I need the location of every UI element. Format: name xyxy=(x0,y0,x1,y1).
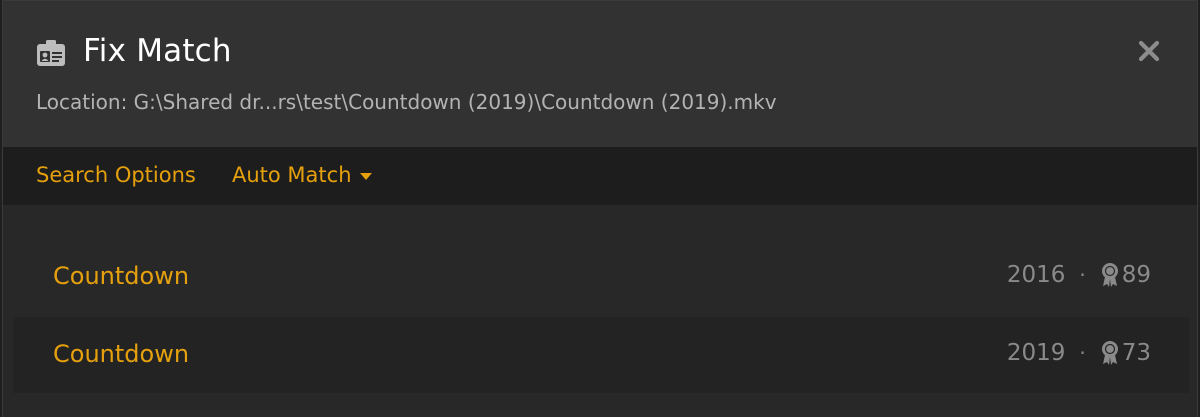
result-score: 89 xyxy=(1121,262,1151,288)
id-card-icon xyxy=(35,39,67,69)
caret-down-icon xyxy=(359,172,372,180)
result-meta: 2019 · 73 xyxy=(1007,340,1151,366)
result-score: 73 xyxy=(1121,340,1151,366)
fix-match-dialog: Fix Match Location: G:\Shared dr...rs\te… xyxy=(2,0,1198,417)
match-result-row[interactable]: Countdown 2019 · 73 xyxy=(13,317,1189,393)
search-options-button[interactable]: Search Options xyxy=(36,163,196,187)
close-button[interactable] xyxy=(1133,37,1165,69)
close-icon xyxy=(1138,40,1160,66)
match-results-list: Countdown 2016 · 89 Countdown 2019 · 73 xyxy=(3,205,1197,417)
result-year: 2019 xyxy=(1006,340,1066,366)
match-result-row[interactable]: Countdown 2016 · 89 xyxy=(13,239,1189,315)
meta-separator: · xyxy=(1079,341,1086,365)
result-title: Countdown xyxy=(53,262,190,290)
dialog-title: Fix Match xyxy=(83,33,232,69)
meta-separator: · xyxy=(1079,263,1086,287)
result-year: 2016 xyxy=(1006,262,1066,288)
match-toolbar: Search Options Auto Match xyxy=(3,147,1197,205)
file-location: Location: G:\Shared dr...rs\test\Countdo… xyxy=(36,90,777,114)
auto-match-dropdown[interactable]: Auto Match xyxy=(232,163,372,187)
dialog-header: Fix Match Location: G:\Shared dr...rs\te… xyxy=(3,1,1197,147)
award-icon xyxy=(1100,340,1120,366)
result-title: Countdown xyxy=(53,340,190,368)
auto-match-label: Auto Match xyxy=(232,163,352,187)
award-icon xyxy=(1100,262,1120,288)
result-meta: 2016 · 89 xyxy=(1007,262,1151,288)
